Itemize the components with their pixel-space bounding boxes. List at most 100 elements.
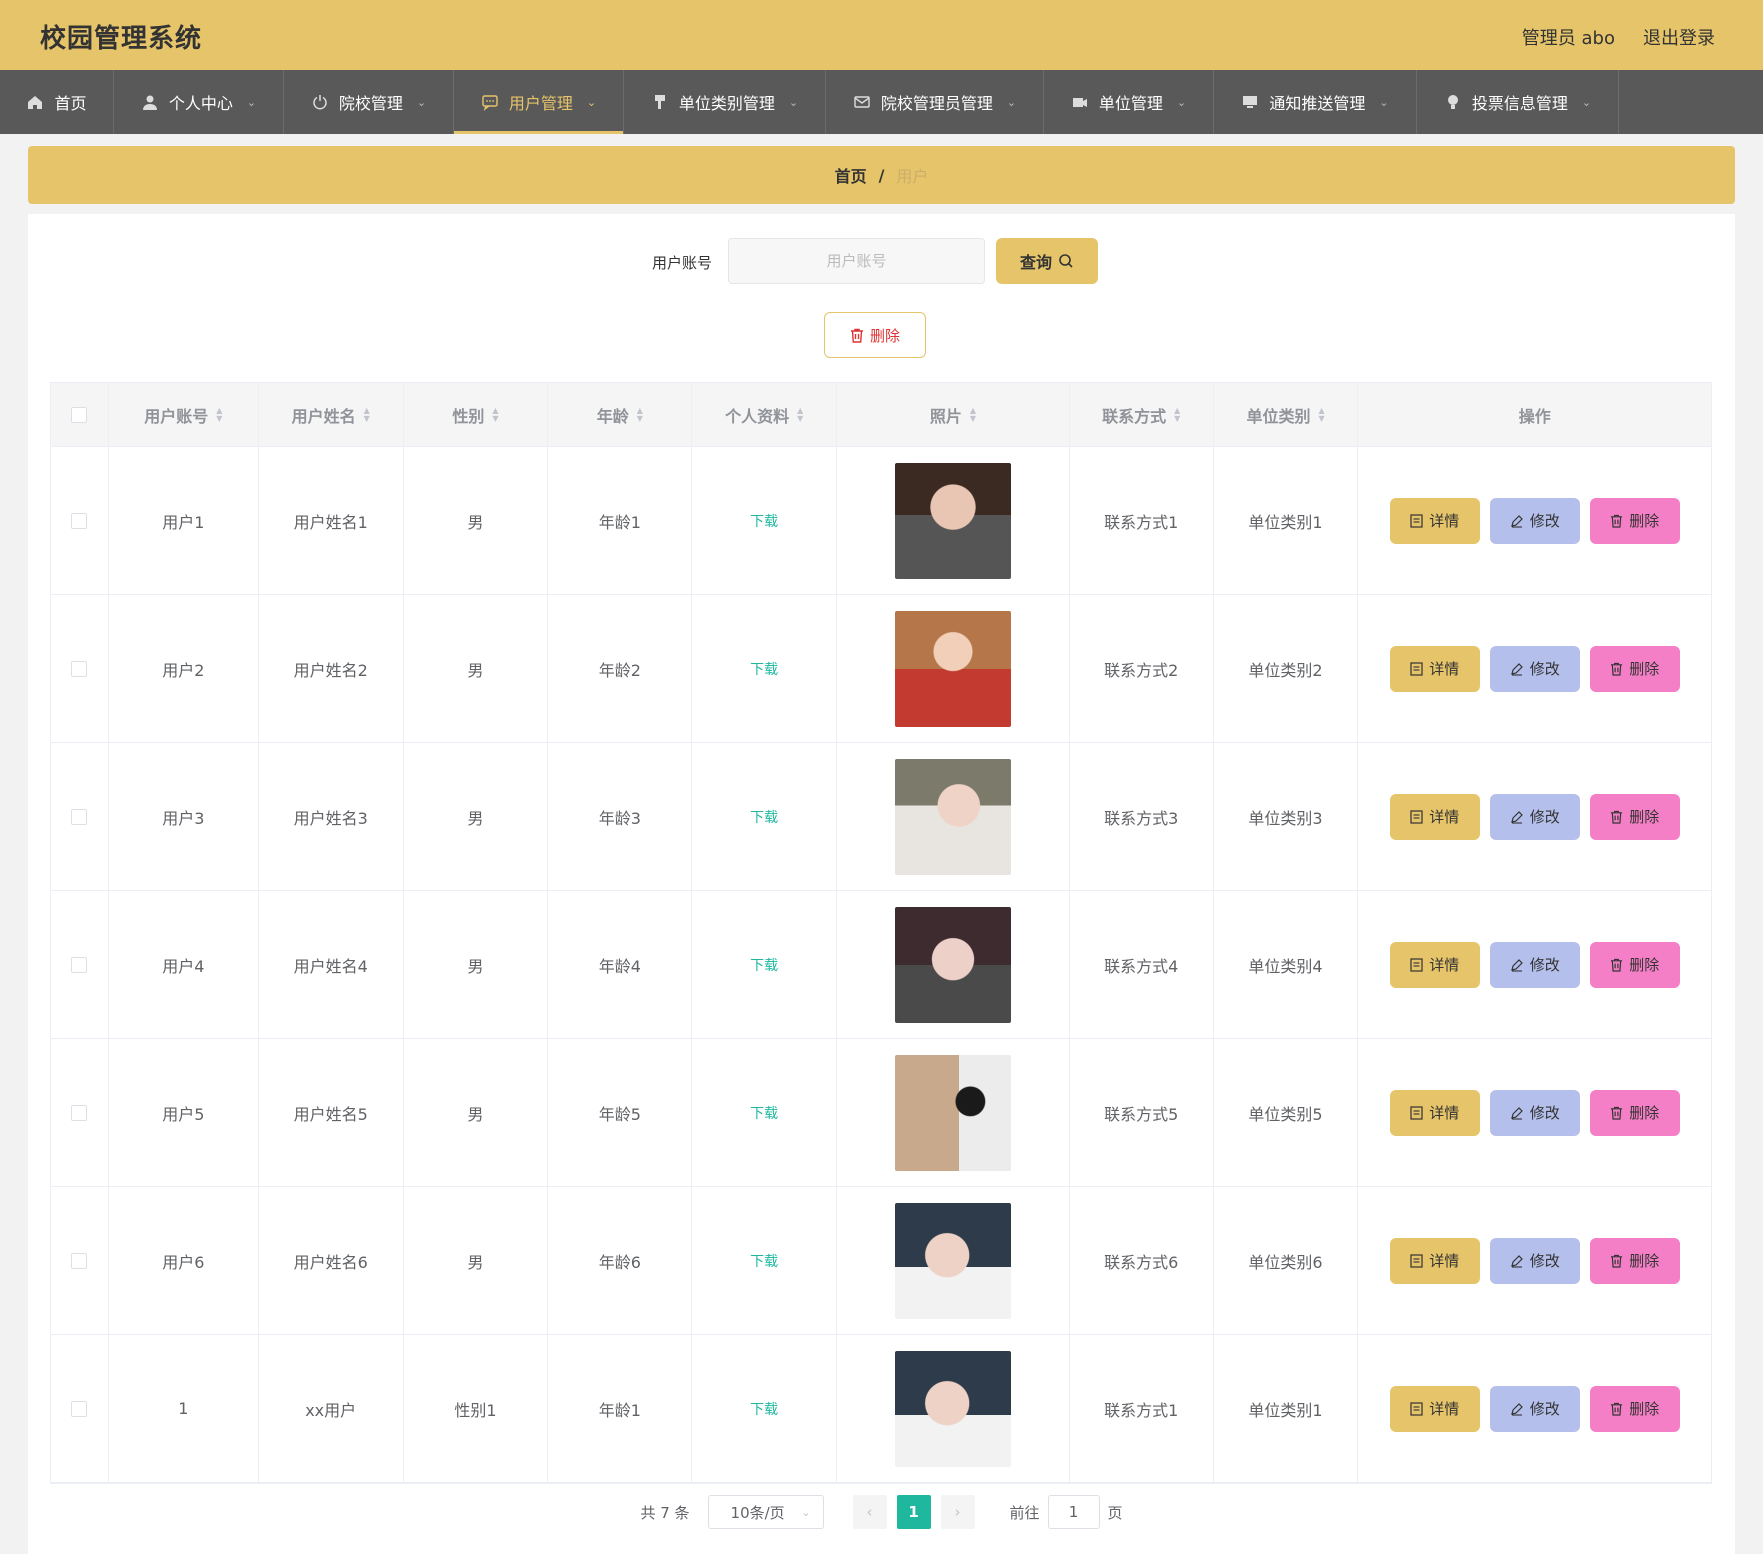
pencil-icon xyxy=(1510,1106,1523,1120)
query-button[interactable]: 查询 xyxy=(996,238,1098,284)
cell-name: 用户姓名5 xyxy=(259,1039,404,1186)
document-icon xyxy=(1410,809,1423,824)
sort-icon[interactable]: ▲ ▼ xyxy=(970,406,976,423)
delete-button[interactable]: 删除 xyxy=(1589,941,1680,988)
row-checkbox[interactable] xyxy=(71,1400,88,1417)
sort-icon[interactable]: ▲ ▼ xyxy=(364,406,370,423)
edit-label: 修改 xyxy=(1529,512,1560,530)
download-link[interactable]: 下载 xyxy=(750,659,778,679)
column-header-1[interactable]: 用户姓名 ▲ ▼ xyxy=(259,383,404,446)
download-link[interactable]: 下载 xyxy=(750,1103,778,1123)
sort-icon[interactable]: ▲ ▼ xyxy=(216,406,222,423)
sort-icon[interactable]: ▲ ▼ xyxy=(1318,406,1324,423)
nav-item-2[interactable]: 院校管理 ⌄ xyxy=(284,70,454,134)
user-photo[interactable] xyxy=(894,906,1011,1023)
page-number-current[interactable]: 1 xyxy=(896,1495,931,1529)
sort-icon[interactable]: ▲ ▼ xyxy=(492,406,498,423)
sort-icon[interactable]: ▲ ▼ xyxy=(1174,406,1180,423)
edit-button[interactable]: 修改 xyxy=(1489,1385,1580,1432)
sort-icon[interactable]: ▲ ▼ xyxy=(797,406,803,423)
goto-prefix: 前往 xyxy=(1009,1503,1040,1522)
select-all-cell xyxy=(51,383,109,446)
column-header-3[interactable]: 年龄 ▲ ▼ xyxy=(548,383,693,446)
bulk-delete-button[interactable]: 删除 xyxy=(824,312,926,358)
edit-button[interactable]: 修改 xyxy=(1489,497,1580,544)
user-photo[interactable] xyxy=(894,1054,1011,1171)
download-link[interactable]: 下载 xyxy=(750,511,778,531)
nav-item-5[interactable]: 院校管理员管理 ⌄ xyxy=(826,70,1044,134)
edit-button[interactable]: 修改 xyxy=(1489,941,1580,988)
detail-button[interactable]: 详情 xyxy=(1389,1237,1480,1284)
cell-phone: 联系方式5 xyxy=(1070,1039,1214,1186)
nav-item-1[interactable]: 个人中心 ⌄ xyxy=(114,70,284,134)
delete-button[interactable]: 删除 xyxy=(1589,1385,1680,1432)
download-link[interactable]: 下载 xyxy=(750,807,778,827)
cell-actions: 详情 修改 删除 xyxy=(1358,1187,1711,1334)
nav-item-6[interactable]: 单位管理 ⌄ xyxy=(1044,70,1214,134)
column-header-label: 单位类别 xyxy=(1246,406,1311,426)
user-photo[interactable] xyxy=(894,758,1011,875)
user-photo[interactable] xyxy=(894,462,1011,579)
delete-button[interactable]: 删除 xyxy=(1589,1237,1680,1284)
detail-button[interactable]: 详情 xyxy=(1389,941,1480,988)
column-header-6[interactable]: 联系方式 ▲ ▼ xyxy=(1070,383,1214,446)
next-page-button[interactable]: › xyxy=(940,1495,975,1529)
edit-button[interactable]: 修改 xyxy=(1489,1089,1580,1136)
breadcrumb-separator: / xyxy=(878,165,885,185)
delete-button[interactable]: 删除 xyxy=(1589,793,1680,840)
user-photo[interactable] xyxy=(894,1350,1011,1467)
page-size-select[interactable]: 10条/页 ⌄ xyxy=(707,1495,824,1529)
nav-item-3[interactable]: 用户管理 ⌄ xyxy=(454,70,624,134)
cell-gender: 男 xyxy=(404,595,549,742)
column-header-7[interactable]: 单位类别 ▲ ▼ xyxy=(1214,383,1359,446)
monitor-icon xyxy=(1243,96,1258,108)
cell-phone: 联系方式6 xyxy=(1070,1187,1214,1334)
delete-button[interactable]: 删除 xyxy=(1589,1089,1680,1136)
cell-category: 单位类别2 xyxy=(1214,595,1359,742)
power-icon xyxy=(313,95,327,110)
goto-page-input[interactable] xyxy=(1047,1495,1100,1529)
edit-button[interactable]: 修改 xyxy=(1489,645,1580,692)
column-header-0[interactable]: 用户账号 ▲ ▼ xyxy=(109,383,259,446)
delete-button[interactable]: 删除 xyxy=(1589,497,1680,544)
nav-item-4[interactable]: 单位类别管理 ⌄ xyxy=(624,70,826,134)
table-header: 用户账号 ▲ ▼ 用户姓名 ▲ ▼ 性别 ▲ ▼ 年龄 ▲ ▼ 个人资料 ▲ ▼ 照片 ▲ ▼ 联系方式 ▲ ▼ 单位类别… xyxy=(51,383,1711,447)
select-all-checkbox[interactable] xyxy=(71,406,88,423)
search-input[interactable] xyxy=(728,238,985,284)
detail-button[interactable]: 详情 xyxy=(1389,497,1480,544)
download-link[interactable]: 下载 xyxy=(750,1399,778,1419)
cell-account: 用户5 xyxy=(109,1039,259,1186)
delete-label: 删除 xyxy=(1629,1252,1660,1270)
user-photo[interactable] xyxy=(894,1202,1011,1319)
detail-button[interactable]: 详情 xyxy=(1389,1385,1480,1432)
nav-item-8[interactable]: 投票信息管理 ⌄ xyxy=(1417,70,1619,134)
row-checkbox[interactable] xyxy=(71,1104,88,1121)
trash-icon xyxy=(1611,1402,1623,1416)
nav-item-7[interactable]: 通知推送管理 ⌄ xyxy=(1214,70,1417,134)
download-link[interactable]: 下载 xyxy=(750,955,778,975)
detail-button[interactable]: 详情 xyxy=(1389,645,1480,692)
prev-page-button[interactable]: ‹ xyxy=(852,1495,887,1529)
delete-button[interactable]: 删除 xyxy=(1589,645,1680,692)
delete-label: 删除 xyxy=(1629,1104,1660,1122)
row-checkbox[interactable] xyxy=(71,1252,88,1269)
row-checkbox[interactable] xyxy=(71,956,88,973)
detail-button[interactable]: 详情 xyxy=(1389,1089,1480,1136)
row-checkbox[interactable] xyxy=(71,808,88,825)
mail-icon xyxy=(854,96,870,108)
breadcrumb-home[interactable]: 首页 xyxy=(835,163,867,187)
nav-item-0[interactable]: 首页 xyxy=(0,70,114,134)
user-photo[interactable] xyxy=(894,610,1011,727)
logout-link[interactable]: 退出登录 xyxy=(1643,24,1715,50)
column-header-4[interactable]: 个人资料 ▲ ▼ xyxy=(692,383,838,446)
column-header-2[interactable]: 性别 ▲ ▼ xyxy=(404,383,549,446)
edit-button[interactable]: 修改 xyxy=(1489,793,1580,840)
detail-button[interactable]: 详情 xyxy=(1389,793,1480,840)
column-header-5[interactable]: 照片 ▲ ▼ xyxy=(837,383,1070,446)
cell-photo xyxy=(837,891,1070,1038)
row-checkbox[interactable] xyxy=(71,660,88,677)
row-checkbox[interactable] xyxy=(71,512,88,529)
download-link[interactable]: 下载 xyxy=(750,1251,778,1271)
edit-button[interactable]: 修改 xyxy=(1489,1237,1580,1284)
sort-icon[interactable]: ▲ ▼ xyxy=(637,406,643,423)
